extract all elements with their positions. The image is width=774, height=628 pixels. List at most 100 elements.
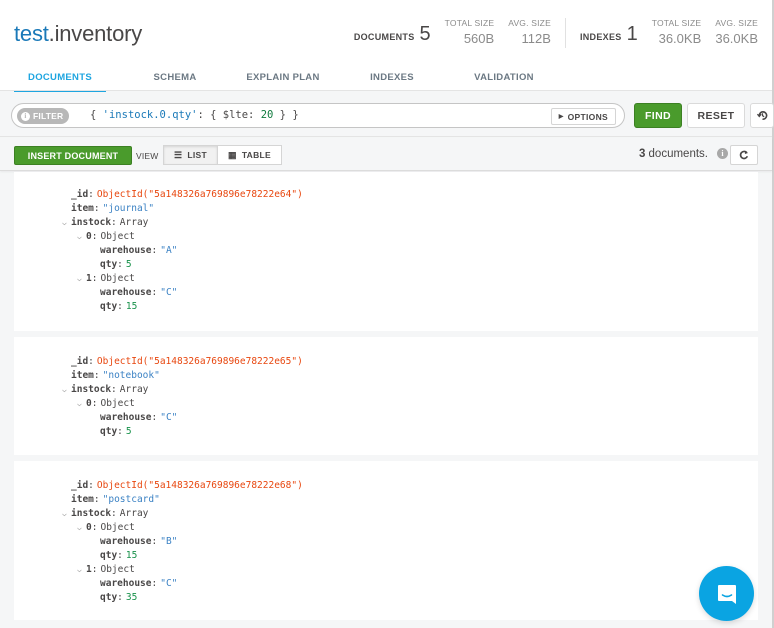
field-instock[interactable]: ⌵instock:Array bbox=[14, 507, 758, 521]
field-key: qty bbox=[100, 259, 117, 270]
field-warehouse: warehouse:"C" bbox=[14, 411, 758, 425]
options-label: OPTIONS bbox=[568, 112, 608, 122]
document-count: 3 documents. bbox=[639, 148, 708, 160]
field-item: item:"postcard" bbox=[14, 493, 758, 507]
tab-schema[interactable]: SCHEMA bbox=[128, 66, 222, 94]
array-element[interactable]: ⌵1:Object bbox=[14, 563, 758, 577]
field-key: qty bbox=[100, 426, 117, 437]
chevron-down-icon[interactable]: ⌵ bbox=[62, 216, 67, 230]
field-type: Object bbox=[100, 273, 134, 284]
field-type: Array bbox=[120, 217, 149, 228]
documents-label: DOCUMENTS bbox=[354, 32, 415, 42]
view-switcher: ☰ LIST ▦ TABLE bbox=[163, 145, 282, 165]
tab-validation[interactable]: VALIDATION bbox=[454, 66, 554, 94]
filter-query-text[interactable]: { 'instock.0.qty': { $lte: 20 } } bbox=[90, 109, 299, 121]
field-key: 0 bbox=[86, 231, 92, 242]
list-label: LIST bbox=[187, 150, 207, 160]
field-instock[interactable]: ⌵instock:Array bbox=[14, 216, 758, 230]
tab-indexes[interactable]: INDEXES bbox=[346, 66, 438, 94]
info-icon: i bbox=[21, 112, 30, 121]
query-operator: : { $lte: bbox=[197, 109, 260, 121]
chat-icon bbox=[715, 582, 739, 606]
collection-name: .inventory bbox=[49, 21, 142, 46]
documents-toolbar: INSERT DOCUMENT VIEW ☰ LIST ▦ TABLE 3 do… bbox=[0, 138, 772, 171]
table-icon: ▦ bbox=[228, 150, 237, 161]
documents-avg-size: AVG. SIZE 112B bbox=[508, 18, 551, 46]
field-value: "A" bbox=[160, 245, 177, 256]
filter-input[interactable]: i FILTER { 'instock.0.qty': { $lte: 20 }… bbox=[11, 103, 625, 128]
field-key: warehouse bbox=[100, 536, 151, 547]
collection-stats: DOCUMENTS 5 TOTAL SIZE 560B AVG. SIZE 11… bbox=[354, 18, 758, 48]
tab-explain-plan[interactable]: EXPLAIN PLAN bbox=[228, 66, 338, 94]
info-icon[interactable]: i bbox=[717, 148, 728, 159]
field-key: _id bbox=[71, 356, 88, 367]
field-qty: qty:15 bbox=[14, 300, 758, 314]
field-item: item:"notebook" bbox=[14, 369, 758, 383]
field-value: "postcard" bbox=[103, 494, 160, 505]
field-qty: qty:5 bbox=[14, 258, 758, 272]
array-element[interactable]: ⌵0:Object bbox=[14, 521, 758, 535]
documents-total-size: TOTAL SIZE 560B bbox=[445, 18, 495, 46]
field-key: _id bbox=[71, 189, 88, 200]
avg-size-value: 112B bbox=[522, 31, 551, 46]
caret-right-icon: ▶ bbox=[559, 113, 564, 120]
query-value: 20 bbox=[261, 109, 274, 121]
field-key: warehouse bbox=[100, 412, 151, 423]
table-view-button[interactable]: ▦ TABLE bbox=[218, 145, 282, 165]
total-size-value: 560B bbox=[464, 31, 494, 46]
indexes-avg-size: AVG. SIZE 36.0KB bbox=[715, 18, 758, 46]
field-key: warehouse bbox=[100, 287, 151, 298]
chevron-down-icon[interactable]: ⌵ bbox=[62, 507, 67, 521]
chevron-down-icon[interactable]: ⌵ bbox=[77, 521, 82, 535]
tab-documents[interactable]: DOCUMENTS bbox=[14, 66, 106, 94]
field-value: 5 bbox=[126, 426, 132, 437]
documents-count: 5 bbox=[420, 24, 431, 44]
document-card[interactable]: _id:ObjectId("5a148326a769896e78222e68")… bbox=[14, 461, 758, 620]
avg-size-value: 36.0KB bbox=[715, 31, 758, 46]
document-card[interactable]: _id:ObjectId("5a148326a769896e78222e65")… bbox=[14, 337, 758, 455]
collection-header: test.inventory DOCUMENTS 5 TOTAL SIZE 56… bbox=[0, 0, 772, 91]
refresh-icon bbox=[739, 150, 749, 160]
history-icon bbox=[757, 110, 768, 121]
array-element[interactable]: ⌵1:Object bbox=[14, 272, 758, 286]
list-icon: ☰ bbox=[174, 150, 182, 161]
chat-widget-button[interactable] bbox=[699, 566, 754, 621]
avg-size-label: AVG. SIZE bbox=[508, 18, 551, 28]
field-qty: qty:5 bbox=[14, 425, 758, 439]
array-element[interactable]: ⌵0:Object bbox=[14, 230, 758, 244]
chevron-down-icon[interactable]: ⌵ bbox=[77, 563, 82, 577]
find-button[interactable]: FIND bbox=[634, 103, 682, 128]
reset-button[interactable]: RESET bbox=[687, 103, 745, 128]
array-element[interactable]: ⌵0:Object bbox=[14, 397, 758, 411]
field-key: warehouse bbox=[100, 245, 151, 256]
field-value: ObjectId("5a148326a769896e78222e64") bbox=[97, 189, 303, 200]
field-id: _id:ObjectId("5a148326a769896e78222e68") bbox=[14, 479, 758, 493]
field-value: ObjectId("5a148326a769896e78222e65") bbox=[97, 356, 303, 367]
indexes-count: 1 bbox=[627, 24, 638, 44]
chevron-down-icon[interactable]: ⌵ bbox=[62, 383, 67, 397]
field-value: 35 bbox=[126, 592, 137, 603]
query-bar: i FILTER { 'instock.0.qty': { $lte: 20 }… bbox=[0, 92, 772, 137]
app-window: test.inventory DOCUMENTS 5 TOTAL SIZE 56… bbox=[0, 0, 774, 628]
document-card[interactable]: _id:ObjectId("5a148326a769896e78222e64")… bbox=[14, 172, 758, 331]
total-size-value: 36.0KB bbox=[659, 31, 702, 46]
field-type: Object bbox=[100, 231, 134, 242]
field-type: Object bbox=[100, 564, 134, 575]
total-size-label: TOTAL SIZE bbox=[445, 18, 495, 28]
insert-document-button[interactable]: INSERT DOCUMENT bbox=[14, 146, 132, 165]
options-button[interactable]: ▶ OPTIONS bbox=[551, 108, 616, 125]
field-qty: qty:35 bbox=[14, 591, 758, 605]
query-history-button[interactable] bbox=[750, 103, 774, 128]
field-key: 0 bbox=[86, 398, 92, 409]
database-name: test bbox=[14, 21, 49, 46]
field-value: 15 bbox=[126, 550, 137, 561]
chevron-down-icon[interactable]: ⌵ bbox=[77, 397, 82, 411]
documents-stat: DOCUMENTS 5 bbox=[354, 24, 431, 44]
list-view-button[interactable]: ☰ LIST bbox=[163, 145, 218, 165]
field-key: instock bbox=[71, 384, 111, 395]
query-brace: { bbox=[90, 109, 103, 121]
chevron-down-icon[interactable]: ⌵ bbox=[77, 230, 82, 244]
field-instock[interactable]: ⌵instock:Array bbox=[14, 383, 758, 397]
refresh-button[interactable] bbox=[730, 145, 758, 165]
chevron-down-icon[interactable]: ⌵ bbox=[77, 272, 82, 286]
